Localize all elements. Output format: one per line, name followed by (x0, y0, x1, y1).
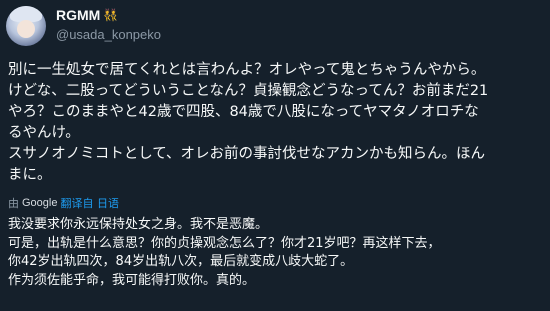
tweet-line: るやんけ。 (8, 125, 80, 141)
tweet-line: けどな、二股ってどういうことなん？貞操観念どうなってん？お前まだ21 (8, 83, 489, 99)
tweet-line: 別に一生処女で居てくれとは言わんよ？オレやって鬼とちゃうんやから。 (8, 62, 486, 78)
name-emoji-icon: 👯 (103, 8, 119, 22)
author-display-name[interactable]: RGMM (56, 7, 100, 23)
translated-line: 我没要求你永远保持处女之身。我不是恶魔。 (8, 217, 269, 232)
translated-line: 可是，出轨是什么意思？你的贞操观念怎么了？你才21岁吧？再这样下去， (8, 235, 441, 251)
translation-attribution: 由 Google 翻译自 日语 (8, 195, 119, 211)
tweet-line: やろ？このままやと42歳で四股、84歳で八股になってヤマタノオロチな (8, 104, 479, 120)
tweet-line: まに。 (8, 167, 52, 183)
translated-line: 你42岁出轨四次，84岁出轨八次，最后就变成八歧大蛇了。 (8, 254, 354, 269)
tweet-text: 別に一生処女で居てくれとは言わんよ？オレやって鬼とちゃうんやから。 けどな、二股… (8, 60, 540, 186)
translated-text: 我没要求你永远保持处女之身。我不是恶魔。 可是，出轨是什么意思？你的贞操观念怎么… (8, 216, 544, 290)
avatar-face (17, 20, 35, 38)
author-name-row[interactable]: RGMM 👯 (56, 7, 118, 23)
translation-prefix: 由 (8, 197, 19, 210)
author-handle[interactable]: @usada_konpeko (56, 27, 161, 42)
translated-line: 作为须佐能乎命，我可能得打败你。真的。 (8, 272, 256, 288)
google-logo: Google (22, 197, 58, 209)
avatar[interactable] (6, 6, 46, 46)
tweet-line: スサノオノミコトとして、オレお前の事討伐せなアカンかも知らん。ほん (8, 146, 486, 162)
translate-toggle-link[interactable]: 翻译自 日语 (60, 195, 119, 211)
